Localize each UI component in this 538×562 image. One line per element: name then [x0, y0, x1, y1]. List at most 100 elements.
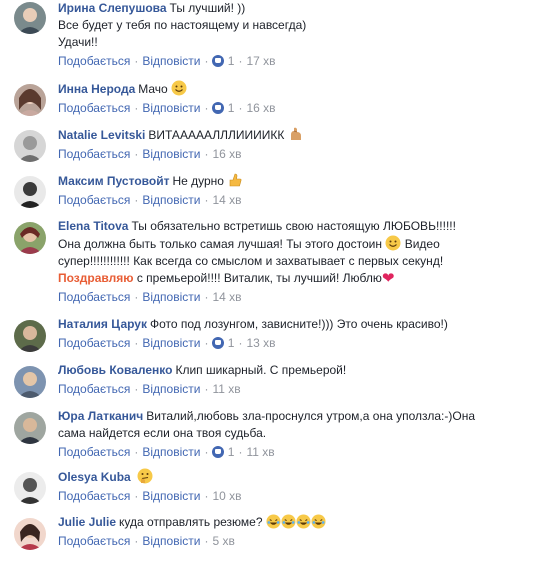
reply-button[interactable]: Відповісти — [142, 290, 200, 304]
separator: · — [204, 336, 209, 350]
avatar[interactable] — [14, 2, 46, 34]
comment: Максим Пустовойт Не дурно Подобається · Від… — [0, 172, 538, 212]
avatar[interactable] — [14, 412, 46, 444]
avatar[interactable] — [14, 472, 46, 504]
like-button[interactable]: Подобається — [58, 54, 130, 68]
comment-text: Виталий,любовь зла-проснулся утром,а она… — [146, 409, 475, 423]
comment: Elena Titova Ты обязательно встретишь сво… — [0, 218, 538, 310]
reply-button[interactable]: Відповісти — [142, 193, 200, 207]
separator: · — [204, 489, 209, 503]
comment-text: Удачи!! — [58, 35, 98, 49]
thinking-face-emoji-icon — [137, 468, 153, 484]
comment-author[interactable]: Любовь Коваленко — [58, 363, 172, 377]
separator: · — [134, 54, 139, 68]
comment-actions: Подобається · Відповісти · 1 · 13 хв — [58, 335, 528, 351]
avatar[interactable] — [14, 130, 46, 162]
comment-author[interactable]: Olesya Kuba — [58, 470, 131, 484]
comment-text: Фото под лозунгом, зависните!))) Это оче… — [149, 317, 448, 331]
separator: · — [134, 336, 139, 350]
comment-author[interactable]: Natalie Levitski — [58, 128, 145, 142]
comment-author[interactable]: Elena Titova — [58, 219, 128, 233]
avatar[interactable] — [14, 518, 46, 550]
reply-button[interactable]: Відповісти — [142, 101, 200, 115]
like-reaction-icon[interactable] — [212, 55, 225, 67]
flexed-biceps-emoji-icon — [290, 127, 301, 140]
separator: · — [238, 445, 243, 459]
reply-button[interactable]: Відповісти — [142, 54, 200, 68]
comments-feed: Ирина Слепушова Ты лучший! )) Все будет у… — [0, 0, 538, 562]
comment-author[interactable]: Наталия Царук — [58, 317, 147, 331]
like-button[interactable]: Подобається — [58, 489, 130, 503]
like-button[interactable]: Подобається — [58, 290, 130, 304]
separator: · — [134, 101, 139, 115]
like-count[interactable]: 1 — [228, 445, 235, 459]
timestamp[interactable]: 11 хв — [212, 382, 240, 396]
comment-text: Клип шикарный. С премьерой! — [175, 363, 347, 377]
like-count[interactable]: 1 — [228, 336, 235, 350]
like-count[interactable]: 1 — [228, 101, 235, 115]
like-button[interactable]: Подобається — [58, 101, 130, 115]
comment-actions: Подобається · Відповісти · 5 хв — [58, 533, 528, 549]
avatar[interactable] — [14, 366, 46, 398]
separator: · — [238, 54, 243, 68]
comment-author[interactable]: Ирина Слепушова — [58, 1, 167, 15]
comment-author[interactable]: Максим Пустовойт — [58, 174, 169, 188]
like-reaction-icon[interactable] — [212, 102, 225, 114]
avatar[interactable] — [14, 320, 46, 352]
reply-button[interactable]: Відповісти — [142, 489, 200, 503]
reply-button[interactable]: Відповісти — [142, 382, 200, 396]
timestamp[interactable]: 10 хв — [212, 489, 241, 503]
timestamp[interactable]: 5 хв — [212, 534, 234, 548]
comment-text: Не дурно — [172, 174, 224, 188]
avatar[interactable] — [14, 222, 46, 254]
like-button[interactable]: Подобається — [58, 336, 130, 350]
comment-text: Она должна быть только самая лучшая! Ты … — [58, 237, 383, 251]
separator: · — [134, 147, 139, 161]
reply-button[interactable]: Відповісти — [142, 445, 200, 459]
comment-actions: Подобається · Відповісти · 1 · 16 хв — [58, 100, 528, 116]
comment-author[interactable]: Инна Нерода — [58, 82, 135, 96]
avatar[interactable] — [14, 176, 46, 208]
separator: · — [134, 382, 139, 396]
timestamp[interactable]: 16 хв — [246, 101, 275, 115]
comment-actions: Подобається · Відповісти · 16 хв — [58, 146, 528, 162]
comment: Инна Нерода Мачо Подобається · Відповісти · … — [0, 80, 538, 120]
timestamp[interactable]: 17 хв — [246, 54, 275, 68]
comment: Ирина Слепушова Ты лучший! )) Все будет у… — [0, 0, 538, 76]
comment: Наталия Царук Фото под лозунгом, зависнит… — [0, 316, 538, 356]
like-button[interactable]: Подобається — [58, 147, 130, 161]
reply-button[interactable]: Відповісти — [142, 336, 200, 350]
comment-actions: Подобається · Відповісти · 10 хв — [58, 488, 528, 504]
timestamp[interactable]: 14 хв — [212, 290, 241, 304]
comment-text: Видео — [404, 237, 440, 251]
highlighted-word: Поздравляю — [58, 271, 134, 285]
separator: · — [204, 193, 209, 207]
comment: Julie Julie куда отправлять резюме? Подоб… — [0, 514, 538, 558]
like-button[interactable]: Подобається — [58, 382, 130, 396]
timestamp[interactable]: 14 хв — [212, 193, 241, 207]
timestamp[interactable]: 11 хв — [246, 445, 274, 459]
comment-author[interactable]: Юра Латканич — [58, 409, 143, 423]
like-reaction-icon[interactable] — [212, 337, 225, 349]
avatar[interactable] — [14, 84, 46, 116]
comment-author[interactable]: Julie Julie — [58, 515, 116, 529]
laughing-tears-emoji-icon — [281, 514, 296, 529]
separator: · — [204, 445, 209, 459]
reply-button[interactable]: Відповісти — [142, 534, 200, 548]
reply-button[interactable]: Відповісти — [142, 147, 200, 161]
separator: · — [204, 290, 209, 304]
red-heart-emoji-icon: ❤ — [381, 270, 395, 287]
like-button[interactable]: Подобається — [58, 445, 130, 459]
timestamp[interactable]: 13 хв — [246, 336, 275, 350]
separator: · — [134, 489, 139, 503]
like-reaction-icon[interactable] — [212, 446, 225, 458]
like-button[interactable]: Подобається — [58, 534, 130, 548]
like-button[interactable]: Подобається — [58, 193, 130, 207]
comment-text: Ты лучший! )) — [169, 1, 246, 15]
comment: Юра Латканич Виталий,любовь зла-проснулся… — [0, 408, 538, 464]
comment: Natalie Levitski ВИТАААААЛЛЛИИИИКК Подоба… — [0, 126, 538, 166]
comment-text: Мачо — [138, 82, 168, 96]
timestamp[interactable]: 16 хв — [212, 147, 241, 161]
comment-actions: Подобається · Відповісти · 1 · 17 хв — [58, 53, 528, 69]
like-count[interactable]: 1 — [228, 54, 235, 68]
